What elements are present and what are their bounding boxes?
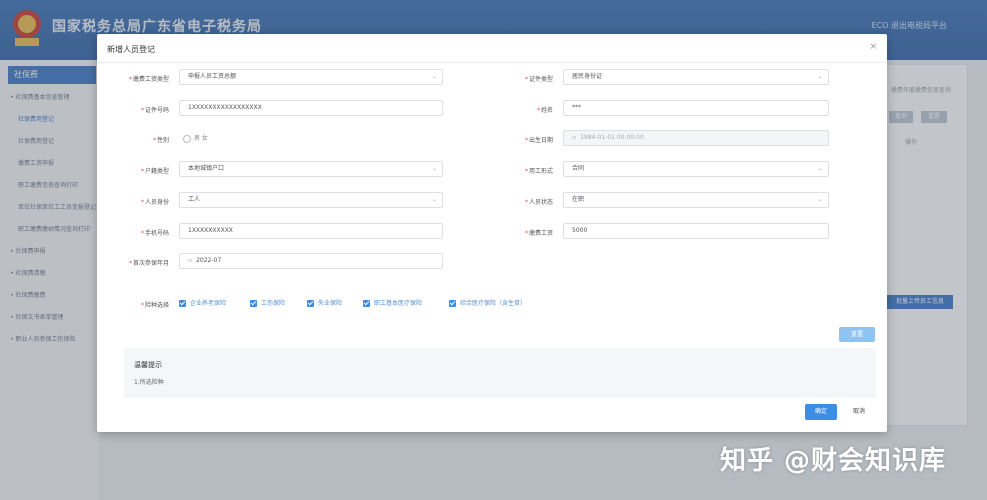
- wage-input[interactable]: 5000: [563, 223, 829, 239]
- employment-form-select[interactable]: 合同 ⌄: [563, 161, 829, 177]
- tips-panel: 温馨提示 1.所选险种: [124, 348, 876, 398]
- field-label: *用工形式: [524, 168, 553, 175]
- field-label: *证件号码: [140, 107, 169, 114]
- field-label: *缴费工资类型: [128, 76, 169, 83]
- field-label: *户籍类型: [140, 168, 169, 175]
- household-type-select[interactable]: 本地城镇户口 ⌄: [179, 161, 443, 177]
- field-label: *性别: [152, 137, 169, 144]
- close-icon[interactable]: ×: [869, 42, 877, 52]
- checkbox-comprehensive-medical[interactable]: 综合医疗保险（含生育）: [449, 298, 526, 307]
- wage-type-select[interactable]: 申报人员工资总额 ⌄: [179, 69, 443, 85]
- gender-radio-group[interactable]: 男 女: [183, 133, 208, 143]
- field-label: *人员身份: [140, 199, 169, 206]
- field-label: *首次参保年月: [128, 260, 169, 267]
- chevron-down-icon: ⌄: [431, 73, 437, 80]
- checkbox-icon: [363, 300, 370, 307]
- add-person-dialog: 新增人员登记 × *缴费工资类型 申报人员工资总额 ⌄ *证件号码 1XXXXXX…: [97, 34, 887, 432]
- checkbox-icon: [250, 300, 257, 307]
- calendar-icon: ▫: [572, 134, 577, 141]
- confirm-button[interactable]: 确定: [805, 404, 837, 420]
- field-label: *出生日期: [524, 137, 553, 144]
- first-enroll-month-input[interactable]: ▫ 2022-07: [179, 253, 443, 269]
- checkbox-unemployment[interactable]: 失业保险: [307, 298, 342, 307]
- checkbox-medical[interactable]: 职工基本医疗保险: [363, 298, 422, 307]
- name-input[interactable]: ***: [563, 100, 829, 116]
- id-type-select[interactable]: 居民身份证 ⌄: [563, 69, 829, 85]
- tips-text: 1.所选险种: [134, 379, 164, 386]
- checkbox-icon: [449, 300, 456, 307]
- field-label: *姓名: [536, 107, 553, 114]
- field-label: *人员状态: [524, 199, 553, 206]
- chevron-down-icon: ⌄: [817, 165, 823, 172]
- dialog-title: 新增人员登记: [107, 45, 155, 54]
- birth-date-input: ▫ 1984-01-01 00:00:00: [563, 130, 829, 146]
- chevron-down-icon: ⌄: [817, 73, 823, 80]
- phone-input[interactable]: 1XXXXXXXXXX: [179, 223, 443, 239]
- personnel-identity-select[interactable]: 工人 ⌄: [179, 192, 443, 208]
- cancel-button[interactable]: 取消: [845, 404, 873, 420]
- watermark: 知乎 @财会知识库: [720, 446, 947, 476]
- checkbox-injury[interactable]: 工伤保险: [250, 298, 285, 307]
- reset-button[interactable]: 重置: [839, 327, 875, 342]
- id-number-input[interactable]: 1XXXXXXXXXXXXXXXXX: [179, 100, 443, 116]
- checkbox-icon: [179, 300, 186, 307]
- checkbox-pension[interactable]: 企业养老保险: [179, 298, 226, 307]
- chevron-down-icon: ⌄: [431, 196, 437, 203]
- field-label: *证件类型: [524, 76, 553, 83]
- radio-icon: [183, 134, 191, 143]
- divider: [97, 62, 887, 63]
- chevron-down-icon: ⌄: [817, 196, 823, 203]
- field-label: *缴费工资: [524, 230, 553, 237]
- checkbox-icon: [307, 300, 314, 307]
- personnel-status-select[interactable]: 在职 ⌄: [563, 192, 829, 208]
- calendar-icon: ▫: [188, 257, 193, 264]
- field-label: *手机号码: [140, 230, 169, 237]
- chevron-down-icon: ⌄: [431, 165, 437, 172]
- field-label: *险种选择: [140, 302, 169, 309]
- tips-title: 温馨提示: [134, 361, 162, 369]
